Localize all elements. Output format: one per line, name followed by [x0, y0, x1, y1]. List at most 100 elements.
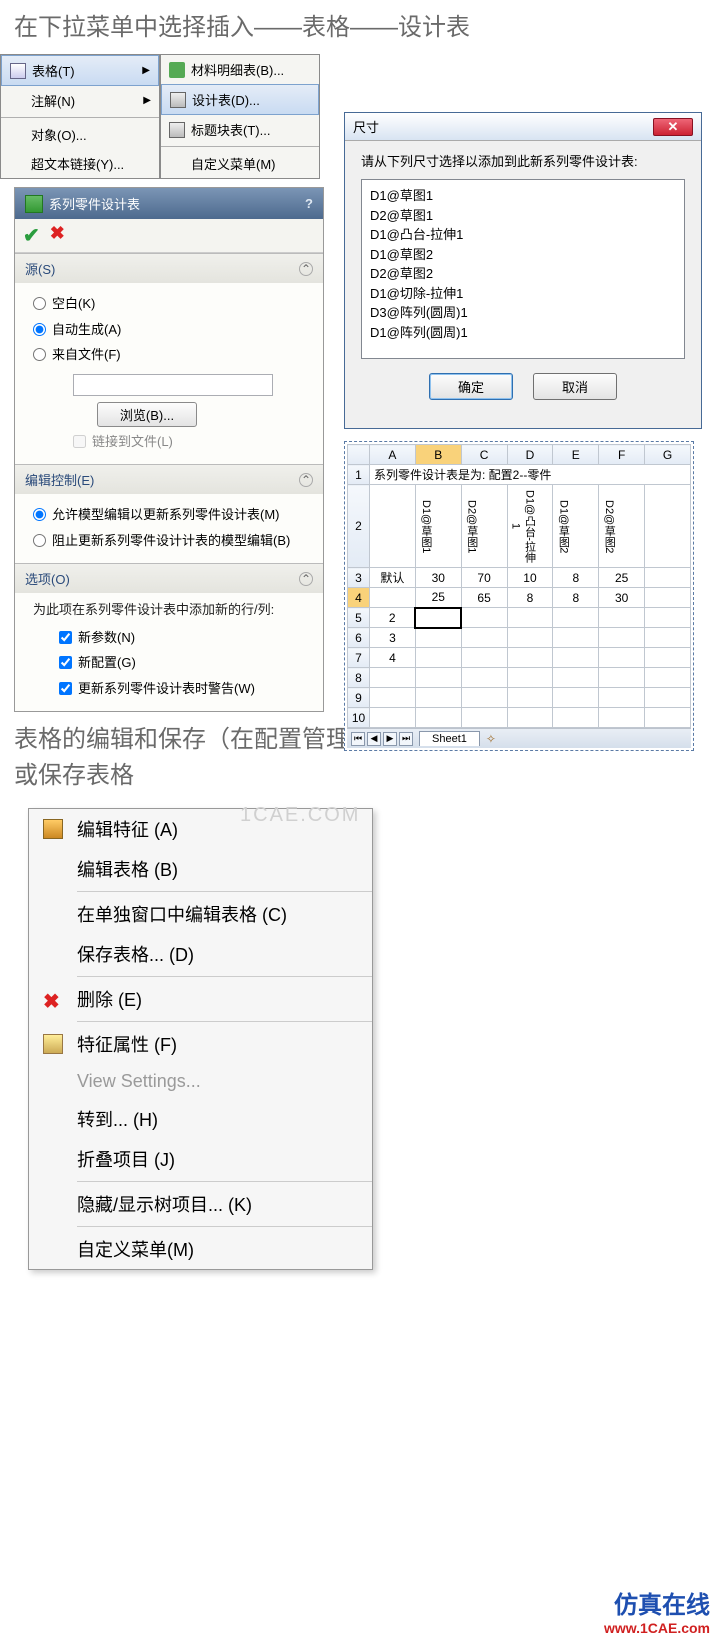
ctx-menu-item[interactable]: 编辑表格 (B)	[29, 849, 372, 889]
ctx-menu-item[interactable]: 特征属性 (F)	[29, 1024, 372, 1064]
cell[interactable]	[507, 668, 553, 688]
cell[interactable]	[599, 648, 645, 668]
dimension-item[interactable]: D1@阵列(圆周)1	[370, 323, 676, 343]
cell[interactable]	[370, 668, 416, 688]
cell[interactable]	[507, 628, 553, 648]
dimension-item[interactable]: D1@草图2	[370, 245, 676, 265]
cell[interactable]	[461, 668, 507, 688]
col-header[interactable]: D	[507, 445, 553, 465]
cell[interactable]	[645, 648, 691, 668]
pm-cancel-icon[interactable]: ✖	[50, 223, 65, 248]
col-header[interactable]: C	[461, 445, 507, 465]
spreadsheet[interactable]: ABCDEFG1系列零件设计表是为: 配置2--零件2D1@草图1D2@草图1D…	[344, 441, 694, 751]
pm-group-edit-head[interactable]: 编辑控制(E)⌃	[15, 465, 323, 494]
menu-item[interactable]: 标题块表(T)...	[161, 115, 319, 144]
cell[interactable]	[507, 708, 553, 728]
ctx-menu-item[interactable]: 在单独窗口中编辑表格 (C)	[29, 894, 372, 934]
radio-row[interactable]: 空白(K)	[33, 291, 307, 317]
sheet-nav-last[interactable]: ⏭	[399, 732, 413, 746]
cell[interactable]	[415, 708, 461, 728]
cell[interactable]: 4	[370, 648, 416, 668]
col-header[interactable]: F	[599, 445, 645, 465]
cell[interactable]: 8	[553, 568, 599, 588]
ok-button[interactable]: 确定	[429, 373, 513, 400]
check-row[interactable]: 新参数(N)	[59, 625, 307, 651]
cell[interactable]	[507, 608, 553, 628]
sheet-grid[interactable]: ABCDEFG1系列零件设计表是为: 配置2--零件2D1@草图1D2@草图1D…	[347, 444, 691, 728]
checkbox-input[interactable]	[73, 435, 86, 448]
radio-input[interactable]	[33, 534, 46, 547]
cell[interactable]	[599, 708, 645, 728]
menu-item[interactable]: 表格(T)▶	[1, 55, 159, 86]
cell[interactable]	[553, 708, 599, 728]
cell[interactable]	[645, 588, 691, 608]
cell[interactable]	[415, 668, 461, 688]
cell[interactable]: 10	[507, 568, 553, 588]
cell[interactable]: 70	[461, 568, 507, 588]
cell[interactable]	[599, 628, 645, 648]
menu-item[interactable]: 材料明细表(B)...	[161, 55, 319, 84]
dimension-item[interactable]: D1@切除-拉伸1	[370, 284, 676, 304]
title-cell[interactable]: 系列零件设计表是为: 配置2--零件	[370, 465, 691, 485]
menu-item[interactable]: 超文本链接(Y)...	[1, 149, 159, 178]
pm-group-source-head[interactable]: 源(S)⌃	[15, 254, 323, 283]
pm-group-options-head[interactable]: 选项(O)⌃	[15, 564, 323, 593]
col-header[interactable]	[348, 445, 370, 465]
menu-item[interactable]: 设计表(D)...	[161, 84, 319, 115]
cell[interactable]	[415, 608, 461, 628]
col-header[interactable]: A	[370, 445, 416, 465]
row-header[interactable]: 6	[348, 628, 370, 648]
checkbox-input[interactable]	[59, 682, 72, 695]
sheet-nav-first[interactable]: ⏮	[351, 732, 365, 746]
cell[interactable]: 3	[370, 628, 416, 648]
cell[interactable]	[461, 648, 507, 668]
cell[interactable]: 30	[415, 568, 461, 588]
cell[interactable]	[645, 708, 691, 728]
cell[interactable]	[553, 628, 599, 648]
radio-row[interactable]: 自动生成(A)	[33, 317, 307, 343]
radio-input[interactable]	[33, 323, 46, 336]
cell[interactable]	[461, 628, 507, 648]
cancel-button[interactable]: 取消	[533, 373, 617, 400]
size-dimension-list[interactable]: D1@草图1D2@草图1D1@凸台-拉伸1D1@草图2D2@草图2D1@切除-拉…	[361, 179, 685, 359]
col-header[interactable]: B	[415, 445, 461, 465]
col-header[interactable]: G	[645, 445, 691, 465]
ctx-menu-item[interactable]: 转到... (H)	[29, 1099, 372, 1139]
cell[interactable]	[370, 588, 416, 608]
cell[interactable]	[415, 648, 461, 668]
radio-row[interactable]: 来自文件(F)	[33, 342, 307, 368]
cell[interactable]	[507, 688, 553, 708]
ctx-menu-item[interactable]: 隐藏/显示树项目... (K)	[29, 1184, 372, 1224]
sheet-nav-next[interactable]: ▶	[383, 732, 397, 746]
pm-help[interactable]: ?	[305, 196, 313, 211]
cell[interactable]	[553, 668, 599, 688]
cell[interactable]	[507, 648, 553, 668]
radio-row[interactable]: 阻止更新系列零件设计计表的模型编辑(B)	[33, 528, 307, 554]
ctx-menu-item[interactable]: 自定义菜单(M)	[29, 1229, 372, 1269]
dimension-item[interactable]: D2@草图1	[370, 206, 676, 226]
pm-ok-icon[interactable]: ✔	[23, 223, 40, 248]
radio-input[interactable]	[33, 508, 46, 521]
sheet-nav-prev[interactable]: ◀	[367, 732, 381, 746]
cell[interactable]	[370, 688, 416, 708]
menu-item[interactable]: 注解(N)▶	[1, 86, 159, 115]
menu-item[interactable]: 对象(O)...	[1, 120, 159, 149]
row-header[interactable]: 9	[348, 688, 370, 708]
cell[interactable]	[553, 608, 599, 628]
cell[interactable]: 25	[599, 568, 645, 588]
file-path-input[interactable]	[73, 374, 273, 396]
cell[interactable]	[461, 688, 507, 708]
checkbox-input[interactable]	[59, 631, 72, 644]
cell[interactable]: 30	[599, 588, 645, 608]
sheet-new-tab[interactable]: ✧	[486, 732, 496, 746]
cell[interactable]: 25	[415, 588, 461, 608]
dimension-item[interactable]: D3@阵列(圆周)1	[370, 303, 676, 323]
radio-input[interactable]	[33, 297, 46, 310]
cell[interactable]	[645, 628, 691, 648]
cell[interactable]: 65	[461, 588, 507, 608]
cell[interactable]	[553, 688, 599, 708]
checkbox-input[interactable]	[59, 656, 72, 669]
cell[interactable]	[599, 608, 645, 628]
cell[interactable]	[645, 668, 691, 688]
close-icon[interactable]: ✕	[653, 118, 693, 136]
